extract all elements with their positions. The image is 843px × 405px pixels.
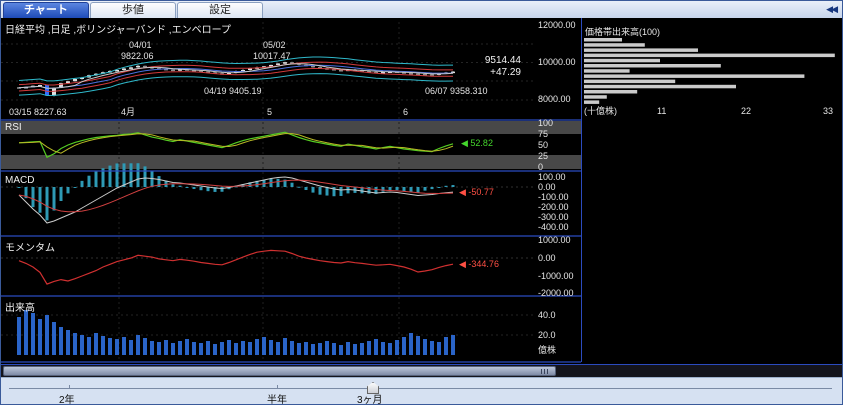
rsi-value: ◀ 52.82	[461, 138, 493, 149]
axis-label: 50	[538, 140, 548, 151]
tab-price-steps[interactable]: 歩値	[90, 2, 176, 18]
scrollbar-thumb[interactable]	[3, 366, 556, 376]
axis-label: 10000.00	[538, 57, 576, 68]
volume-label: 出来高	[5, 299, 35, 314]
volume-by-price-title: 価格帯出来高(100)	[585, 27, 660, 38]
chart-window: チャート 歩値 設定 ◀◀ 日経平均 ,日足 ,ボリンジャーバンド ,エンベロー…	[0, 0, 843, 405]
axis-label: 12000.00	[538, 20, 576, 31]
tab-chart[interactable]: チャート	[3, 2, 89, 18]
tab-settings[interactable]: 設定	[177, 2, 263, 18]
period-slider-track[interactable]	[9, 388, 832, 389]
x-axis-label-april: 4月	[121, 107, 135, 118]
chart-canvas	[1, 18, 842, 364]
period-slider-bar: 2年 半年 3ヶ月	[1, 377, 842, 404]
rsi-label: RSI	[5, 122, 22, 133]
annotation-high1-value: 9822.06	[121, 51, 154, 62]
axis-label: 8000.00	[538, 94, 571, 105]
volume-by-price-tick: 33	[823, 106, 833, 117]
period-option-2years[interactable]: 2年	[59, 391, 75, 405]
price-chart-legend: 日経平均 ,日足 ,ボリンジャーバンド ,エンベロープ	[5, 21, 231, 36]
volume-by-price-tick: 22	[741, 106, 751, 117]
axis-label: -1000.00	[538, 271, 574, 282]
period-option-3months[interactable]: 3ヶ月	[357, 391, 383, 405]
tab-bar: チャート 歩値 設定 ◀◀	[1, 1, 842, 18]
annotation-high2-date: 05/02	[263, 40, 286, 51]
price-change: +47.29	[451, 67, 521, 78]
volume-by-price-tick: 11	[657, 106, 666, 117]
last-price: 9514.44	[451, 55, 521, 66]
momentum-label: モメンタム	[5, 239, 55, 254]
annotation-low1: 04/19 9405.19	[204, 86, 262, 97]
axis-label: 75	[538, 129, 548, 140]
annotation-high1-date: 04/01	[129, 40, 152, 51]
axis-label: 1000.00	[538, 235, 571, 246]
macd-label: MACD	[5, 175, 34, 186]
annotation-high2-value: 10017.47	[253, 51, 291, 62]
axis-label: 20.0	[538, 330, 556, 341]
axis-label: 40.0	[538, 310, 556, 321]
annotation-low2: 03/15 8227.63	[9, 107, 67, 118]
period-tick	[69, 385, 70, 389]
collapse-panel-icon[interactable]: ◀◀	[826, 4, 836, 15]
period-tick	[277, 385, 278, 389]
momentum-value: ◀ -344.76	[459, 259, 499, 270]
horizontal-scrollbar[interactable]	[1, 364, 842, 377]
x-axis-label-june: 6	[403, 107, 408, 118]
volume-unit-label: 億株	[538, 345, 556, 356]
volume-by-price-unit: (十億株)	[584, 106, 617, 117]
axis-label: 100	[538, 118, 553, 129]
chart-area[interactable]: 日経平均 ,日足 ,ボリンジャーバンド ,エンベロープ 04/01 9822.0…	[1, 18, 842, 364]
annotation-low3: 06/07 9358.310	[425, 86, 488, 97]
macd-value: ◀ -50.77	[459, 187, 494, 198]
axis-label: 25	[538, 151, 548, 162]
axis-label: 0.00	[538, 253, 556, 264]
period-option-halfyear[interactable]: 半年	[267, 391, 287, 405]
axis-label: -400.00	[538, 222, 569, 233]
x-axis-label-may: 5	[267, 107, 272, 118]
scrollbar-grip-icon	[541, 369, 550, 374]
axis-label: -2000.00	[538, 288, 574, 299]
